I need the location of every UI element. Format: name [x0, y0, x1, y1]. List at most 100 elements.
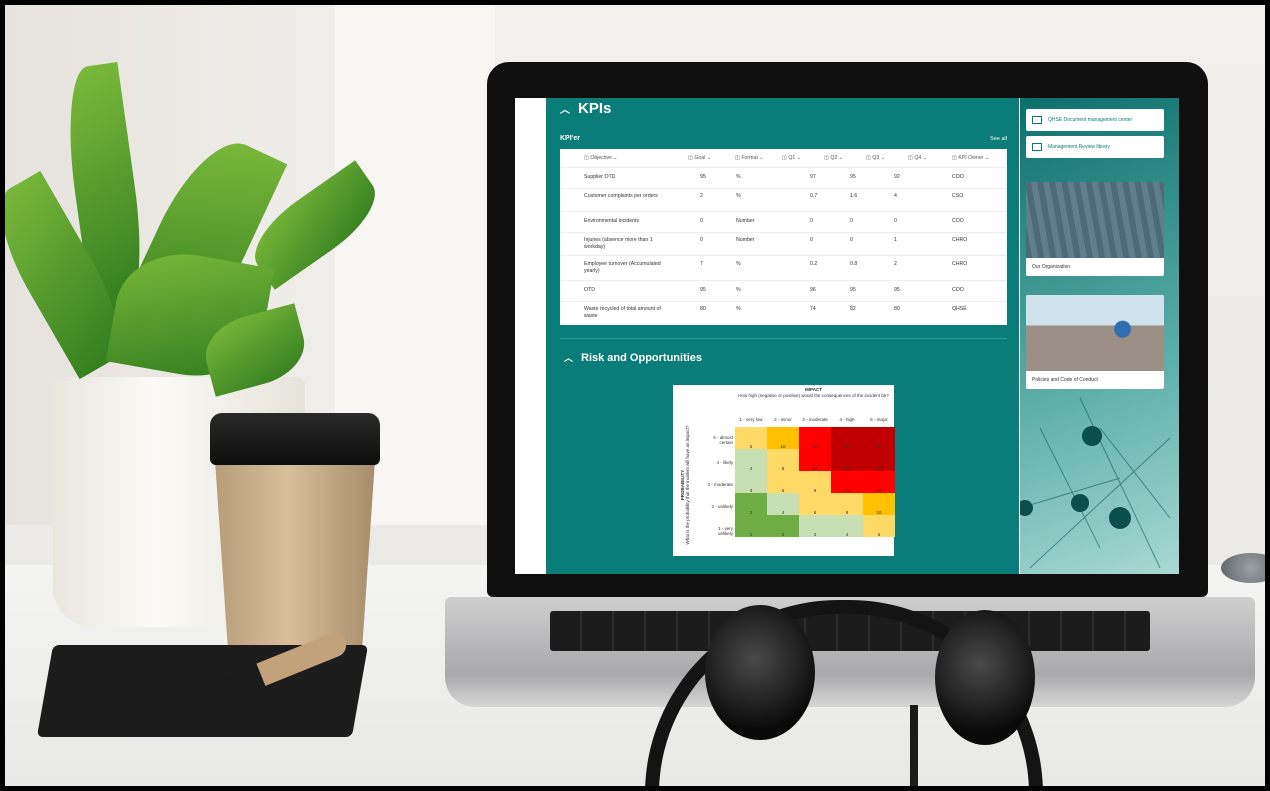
risk-matrix-cell: 3: [735, 471, 767, 493]
risk-matrix-cell: 6: [767, 471, 799, 493]
objective-cell: Supplier OTD: [584, 174, 616, 180]
risk-matrix-cell: 10: [767, 427, 799, 449]
sidebar-card-policies[interactable]: Policies and Code of Conduct: [1026, 295, 1164, 389]
q2-cell: 0: [850, 237, 853, 243]
document-icon: [1032, 116, 1042, 124]
format-cell: %: [736, 287, 741, 293]
column-header-q1[interactable]: ◫ Q1 ⌄: [782, 155, 801, 162]
goal-cell: 0: [700, 237, 703, 243]
column-header-format[interactable]: ◫ Format ⌄: [735, 155, 764, 162]
risk-matrix-cell: 16: [831, 449, 863, 471]
q1-cell: 0: [810, 237, 813, 243]
table-row[interactable]: Waste recycled of total amount of waste …: [560, 302, 1007, 325]
format-cell: %: [736, 193, 741, 199]
column-label: Format: [741, 155, 758, 161]
format-cell: %: [736, 306, 741, 312]
q2-cell: 0.8: [850, 261, 858, 267]
q3-cell: 1: [894, 237, 897, 243]
owner-cell: COO: [952, 218, 964, 224]
sidebar-link-label: QHSE Document management center: [1048, 117, 1133, 123]
format-cell: Number: [736, 218, 755, 224]
sidebar-link-management-review[interactable]: Management Review library: [1026, 136, 1164, 158]
q1-cell: 0.7: [810, 193, 818, 199]
risk-matrix-cell: 5: [735, 427, 767, 449]
sidebar-link-qhse-docs[interactable]: QHSE Document management center: [1026, 109, 1164, 131]
column-header-q2[interactable]: ◫ Q2 ⌄: [824, 155, 843, 162]
impact-title: IMPACT: [805, 387, 822, 392]
sidebar-link-label: Management Review library: [1048, 144, 1110, 150]
objective-cell: Employee turnover (Accumulated yearly): [584, 261, 661, 274]
right-sidebar: QHSE Document management center Manageme…: [1020, 98, 1179, 574]
goal-cell: 2: [700, 193, 703, 199]
kpis-section-header[interactable]: ︿ KPIs: [560, 100, 611, 117]
risk-matrix-cell: 6: [799, 493, 831, 515]
coffee-cup-lid: [210, 413, 380, 465]
risk-section-header[interactable]: ︿ Risk and Opportunities: [564, 351, 702, 364]
objective-cell: Injuries (absence more than 1 workday): [584, 237, 653, 250]
table-row[interactable]: Employee turnover (Accumulated yearly) 7…: [560, 256, 1007, 281]
section-divider: [560, 338, 1007, 339]
probability-axis-label: PROBABILITY What is the probability that…: [680, 415, 690, 555]
probability-level-5: 5 - almost certain: [713, 435, 733, 445]
risk-matrix: IMPACT How high (negative or positive) w…: [673, 385, 895, 556]
q2-cell: 1.6: [850, 193, 858, 199]
risk-matrix-cell: 20: [831, 427, 863, 449]
coffee-cup: [215, 460, 375, 648]
table-row[interactable]: OTD 95 % 96 95 95 COO: [560, 281, 1007, 302]
probability-question: What is the probability that the inciden…: [685, 425, 690, 545]
owner-cell: CHRO: [952, 261, 968, 267]
q1-cell: 96: [810, 287, 816, 293]
table-row[interactable]: Environmental incidents 0 Number 0 0 0 C…: [560, 212, 1007, 233]
risk-matrix-cell: 12: [831, 471, 863, 493]
format-cell: %: [736, 174, 741, 180]
column-label: Q2: [830, 155, 838, 161]
q1-cell: 0.2: [810, 261, 818, 267]
column-header-goal[interactable]: ◫ Goal ⌄: [688, 155, 711, 162]
goal-cell: 80: [700, 306, 706, 312]
risk-title: Risk and Opportunities: [581, 352, 703, 364]
risk-matrix-cell: 8: [831, 493, 863, 515]
main-content: ︿ KPIs KPI'er See all ◫ Objective ⌄ ◫ Goa…: [546, 98, 1019, 574]
risk-matrix-grid: 5 10 15 20 25 4 8 12 16 20 3 6 9 12 15 2 4 6 8 10 1 2 3 4 5: [735, 427, 895, 537]
chevron-up-icon: ︿: [560, 105, 570, 116]
q2-cell: 95: [850, 174, 856, 180]
objective-cell: Waste recycled of total amount of waste: [584, 306, 661, 319]
q1-cell: 0: [810, 218, 813, 224]
column-label: Q4: [914, 155, 922, 161]
risk-matrix-cell: 2: [735, 493, 767, 515]
table-row[interactable]: Injuries (absence more than 1 workday) 0…: [560, 233, 1007, 256]
sidebar-card-organization[interactable]: Our Organization: [1026, 182, 1164, 276]
risk-matrix-cell: 10: [863, 493, 895, 515]
objective-cell: Customer complaints per orders: [584, 193, 658, 199]
risk-matrix-cell: 3: [799, 515, 831, 537]
kpi-table: ◫ Objective ⌄ ◫ Goal ⌄ ◫ Format ⌄ ◫ Q1 ⌄…: [560, 149, 1007, 325]
risk-matrix-cell: 9: [799, 471, 831, 493]
goal-cell: 7: [700, 261, 703, 267]
compass-stones-image: [1026, 295, 1164, 371]
risk-matrix-cell: 15: [799, 427, 831, 449]
q1-cell: 97: [810, 174, 816, 180]
table-row[interactable]: Customer complaints per orders 2 % 0.7 1…: [560, 189, 1007, 212]
probability-level-3: 3 - moderate: [707, 482, 733, 487]
column-header-q3[interactable]: ◫ Q3 ⌄: [866, 155, 885, 162]
column-header-q4[interactable]: ◫ Q4 ⌄: [908, 155, 927, 162]
impact-level-2: 2 - minor: [774, 417, 792, 422]
see-all-link[interactable]: See all: [990, 136, 1007, 142]
column-header-objective[interactable]: ◫ Objective ⌄: [584, 155, 618, 162]
risk-matrix-cell: 20: [863, 449, 895, 471]
column-label: Goal: [694, 155, 706, 161]
impact-question: How high (negative or positive) would th…: [738, 393, 889, 398]
owner-cell: CSO: [952, 193, 964, 199]
chevron-up-icon: ︿: [564, 353, 574, 363]
goal-cell: 95: [700, 174, 706, 180]
column-label: KPI Owner: [958, 155, 984, 161]
probability-level-2: 2 - unlikely: [711, 504, 733, 509]
column-header-owner[interactable]: ◫ KPI Owner ⌄: [952, 155, 989, 162]
impact-level-5: 5 - major: [870, 417, 888, 422]
column-label: Q1: [788, 155, 796, 161]
owner-cell: QHSE: [952, 306, 967, 312]
impact-level-3: 3 - moderate: [802, 417, 828, 422]
document-icon: [1032, 143, 1042, 151]
q3-cell: 4: [894, 193, 897, 199]
table-row[interactable]: Supplier OTD 95 % 97 95 92 COO: [560, 168, 1007, 189]
